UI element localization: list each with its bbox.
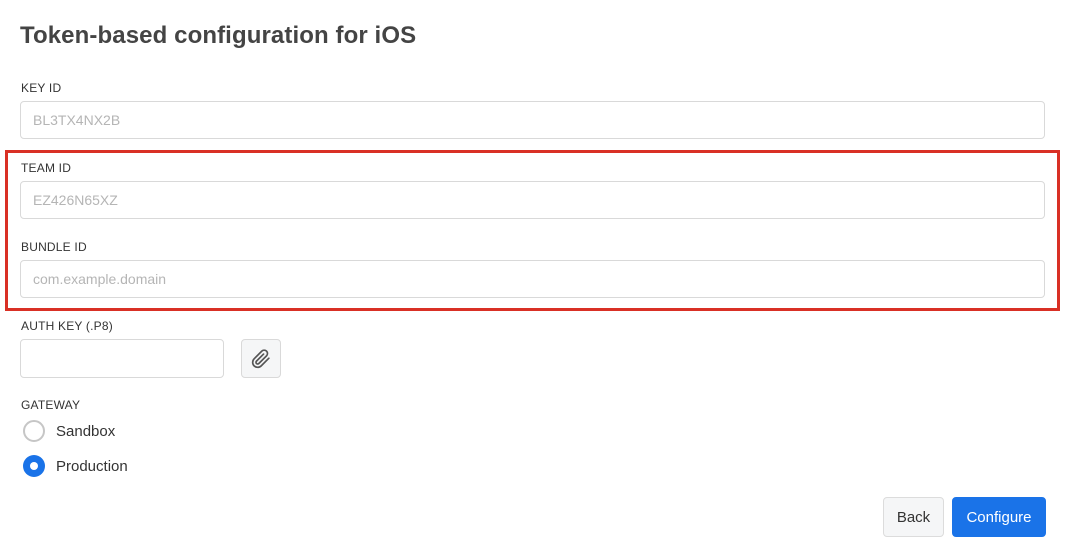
paperclip-icon — [251, 348, 271, 369]
gateway-option-production[interactable]: Production — [23, 455, 128, 477]
team-id-input[interactable] — [20, 181, 1045, 219]
key-id-label: KEY ID — [21, 81, 62, 95]
production-label: Production — [56, 457, 128, 475]
bundle-id-label: BUNDLE ID — [21, 240, 87, 254]
gateway-option-sandbox[interactable]: Sandbox — [23, 420, 115, 442]
attach-file-button[interactable] — [241, 339, 281, 378]
production-radio[interactable] — [23, 455, 45, 477]
sandbox-radio[interactable] — [23, 420, 45, 442]
back-button[interactable]: Back — [883, 497, 944, 537]
sandbox-label: Sandbox — [56, 422, 116, 440]
configure-button[interactable]: Configure — [952, 497, 1046, 537]
page-title: Token-based configuration for iOS — [20, 22, 417, 49]
key-id-input[interactable] — [20, 101, 1045, 139]
auth-key-file-input[interactable] — [20, 339, 224, 378]
gateway-label: GATEWAY — [21, 398, 81, 412]
auth-key-label: AUTH KEY (.P8) — [21, 319, 113, 333]
team-id-label: TEAM ID — [21, 161, 72, 175]
bundle-id-input[interactable] — [20, 260, 1045, 298]
